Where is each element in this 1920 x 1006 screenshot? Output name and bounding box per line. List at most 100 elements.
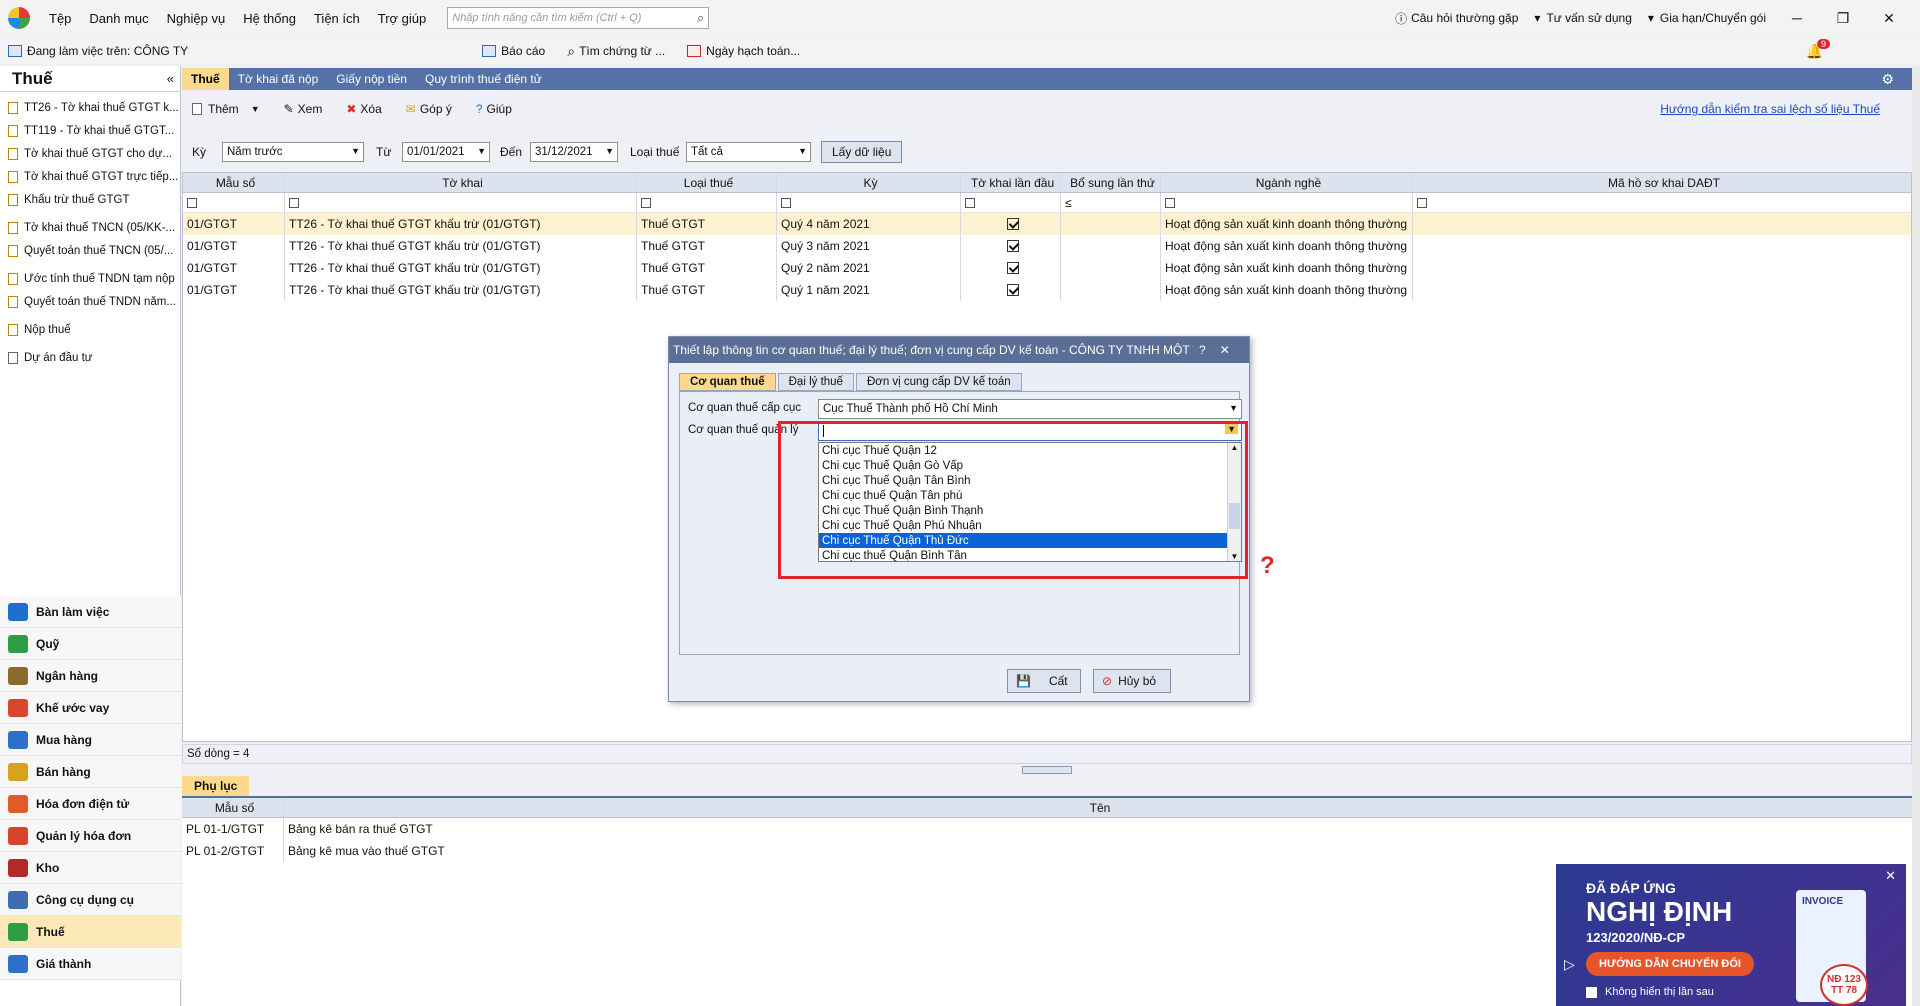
restore-icon[interactable]: ❐	[1828, 10, 1858, 27]
faq-button[interactable]: Câu hỏi thường gặp	[1411, 11, 1518, 25]
filter-bo-sung[interactable]: ≤	[1061, 193, 1161, 212]
help-button[interactable]: ? Giúp	[476, 102, 512, 116]
close-icon[interactable]: ✕	[1885, 868, 1896, 884]
filter-to-khai[interactable]	[285, 193, 637, 212]
sidebar-item-tndn-estimate[interactable]: Ước tính thuế TNDN tạm nộp	[0, 267, 180, 290]
tab-tax-agent[interactable]: Đại lý thuế	[777, 373, 854, 391]
cuc-select[interactable]: Cục Thuế Thành phố Hồ Chí Minh ▼	[818, 399, 1242, 419]
table-row[interactable]: 01/GTGT TT26 - Tờ khai thuế GTGT khấu tr…	[183, 257, 1911, 279]
close-window-icon[interactable]: ✕	[1874, 10, 1904, 27]
gear-icon[interactable]: ⚙	[1881, 71, 1894, 88]
col-to-khai[interactable]: Tờ khai	[285, 173, 637, 192]
col-ma-ho-so[interactable]: Mã hồ sơ khai DAĐT	[1413, 173, 1911, 192]
dont-show-toggle[interactable]: Không hiển thị lần sau	[1586, 986, 1714, 998]
report-button[interactable]: Báo cáo	[482, 44, 545, 58]
sidebar-item-gtgt-project[interactable]: Tờ khai thuế GTGT cho dự...	[0, 142, 180, 165]
collapse-icon[interactable]: «	[167, 71, 174, 86]
notification-bell[interactable]: 🔔 9	[1806, 38, 1836, 64]
module-warehouse[interactable]: Kho	[0, 852, 181, 884]
tab-submitted[interactable]: Tờ khai đã nộp	[229, 68, 328, 90]
find-voucher-button[interactable]: ⌕ Tìm chứng từ ...	[567, 43, 665, 60]
sidebar-item-tncn[interactable]: Tờ khai thuế TNCN (05/KK-...	[0, 216, 180, 239]
sidebar-item-tt119[interactable]: TT119 - Tờ khai thuế GTGT...	[0, 119, 180, 142]
filter-mau-so[interactable]	[183, 193, 285, 212]
tab-tax-office[interactable]: Cơ quan thuế	[679, 373, 776, 391]
menu-help[interactable]: Trợ giúp	[369, 11, 436, 26]
search-icon[interactable]: ⌕	[697, 10, 704, 26]
add-button[interactable]: Thêm ▼	[192, 102, 260, 116]
module-loan[interactable]: Khế ước vay	[0, 692, 181, 724]
feature-search-input[interactable]: Nhập tính năng cần tìm kiếm (Ctrl + Q) ⌕	[447, 7, 710, 29]
tax-type-select[interactable]: Tất cả ▼	[686, 142, 811, 162]
tab-appendix[interactable]: Phụ lục	[182, 776, 250, 796]
guide-link[interactable]: Hướng dẫn kiểm tra sai lệch số liệu Thuế	[1660, 102, 1880, 116]
filter-ma-ho-so[interactable]	[1413, 193, 1911, 212]
sidebar-item-investment[interactable]: Dự án đầu tư	[0, 346, 180, 369]
list-item[interactable]: PL 01-1/GTGT Bảng kê bán ra thuế GTGT	[182, 818, 1912, 840]
renew-button[interactable]: Gia hạn/Chuyển gói	[1660, 11, 1766, 25]
module-tax[interactable]: Thuế	[0, 916, 181, 948]
table-row[interactable]: 01/GTGT TT26 - Tờ khai thuế GTGT khấu tr…	[183, 235, 1911, 257]
module-sales[interactable]: Bán hàng	[0, 756, 181, 788]
menu-file[interactable]: Tệp	[40, 11, 80, 26]
table-row[interactable]: 01/GTGT TT26 - Tờ khai thuế GTGT khấu tr…	[183, 279, 1911, 301]
module-tools[interactable]: Công cụ dụng cụ	[0, 884, 181, 916]
splitter-handle[interactable]	[1022, 766, 1072, 774]
module-bank[interactable]: Ngân hàng	[0, 660, 181, 692]
module-cost[interactable]: Giá thành	[0, 948, 181, 980]
window-scrollbar[interactable]	[1912, 66, 1920, 1006]
filter-nganh-nghe[interactable]	[1161, 193, 1413, 212]
col-ky[interactable]: Kỳ	[777, 173, 961, 192]
sidebar-item-tt26[interactable]: TT26 - Tờ khai thuế GTGT k...	[0, 96, 180, 119]
col-bo-sung[interactable]: Bổ sung lần thứ	[1061, 173, 1161, 192]
menu-utilities[interactable]: Tiện ích	[305, 11, 369, 26]
menu-categories[interactable]: Danh mục	[80, 11, 157, 26]
help-icon[interactable]: ?	[1199, 343, 1206, 357]
view-button[interactable]: ✎ Xem	[284, 102, 323, 116]
list-item[interactable]: PL 01-2/GTGT Bảng kê mua vào thuế GTGT	[182, 840, 1912, 862]
consult-button[interactable]: Tư vấn sử dụng	[1546, 11, 1631, 25]
save-button[interactable]: 💾 Cất	[1007, 669, 1081, 693]
close-icon[interactable]: ✕	[1220, 343, 1230, 357]
sidebar-item-gtgt-deduction[interactable]: Khấu trừ thuế GTGT	[0, 188, 180, 211]
guide-convert-button[interactable]: HƯỚNG DẪN CHUYỂN ĐỔI	[1586, 952, 1754, 976]
sidebar-item-tncn-settlement[interactable]: Quyết toán thuế TNCN (05/...	[0, 239, 180, 262]
tab-tax[interactable]: Thuế	[182, 68, 229, 90]
module-desk[interactable]: Bàn làm việc	[0, 596, 181, 628]
module-invoice-mgmt[interactable]: Quản lý hóa đơn	[0, 820, 181, 852]
menu-system[interactable]: Hệ thống	[234, 11, 305, 26]
posting-date-button[interactable]: Ngày hạch toán...	[687, 44, 800, 58]
module-einvoice[interactable]: Hóa đơn điện tử	[0, 788, 181, 820]
sidebar-item-tndn-settlement[interactable]: Quyết toán thuế TNDN năm...	[0, 290, 180, 313]
chevron-down-icon[interactable]: ▼	[251, 104, 260, 114]
col-lan-dau[interactable]: Tờ khai lần đầu	[961, 173, 1061, 192]
filter-loai-thue[interactable]	[637, 193, 777, 212]
menu-operations[interactable]: Nghiệp vụ	[158, 11, 235, 26]
filter-lan-dau[interactable]	[961, 193, 1061, 212]
tab-payment-slip[interactable]: Giấy nộp tiền	[327, 68, 416, 90]
dropdown-arrow-icon[interactable]: ▾	[1648, 11, 1654, 25]
col-appendix-ten[interactable]: Tên	[284, 798, 1912, 817]
table-row[interactable]: 01/GTGT TT26 - Tờ khai thuế GTGT khấu tr…	[183, 213, 1911, 235]
from-date-input[interactable]: 01/01/2021 ▼	[402, 142, 490, 162]
col-loai-thue[interactable]: Loại thuế	[637, 173, 777, 192]
filter-ky[interactable]	[777, 193, 961, 212]
period-select[interactable]: Năm trước ▼	[222, 142, 364, 162]
dropdown-arrow-icon[interactable]: ▾	[1534, 11, 1540, 25]
feedback-button[interactable]: ✉ Góp ý	[406, 102, 452, 116]
cell-nganh-nghe: Hoạt động sản xuất kinh doanh thông thườ…	[1161, 279, 1413, 301]
delete-button[interactable]: ✖ Xóa	[346, 102, 381, 116]
module-cash[interactable]: Quỹ	[0, 628, 181, 660]
minimize-icon[interactable]: ─	[1782, 10, 1812, 26]
col-appendix-mau-so[interactable]: Mẫu số	[182, 798, 284, 817]
col-nganh-nghe[interactable]: Ngành nghề	[1161, 173, 1413, 192]
get-data-button[interactable]: Lấy dữ liệu	[821, 141, 903, 163]
sidebar-item-pay-tax[interactable]: Nộp thuế	[0, 318, 180, 341]
cancel-button[interactable]: ⊘ Hủy bỏ	[1093, 669, 1171, 693]
col-mau-so[interactable]: Mẫu số	[183, 173, 285, 192]
to-date-input[interactable]: 31/12/2021 ▼	[530, 142, 618, 162]
module-purchase[interactable]: Mua hàng	[0, 724, 181, 756]
tab-accounting-provider[interactable]: Đơn vị cung cấp DV kế toán	[855, 373, 1022, 391]
sidebar-item-gtgt-direct[interactable]: Tờ khai thuế GTGT trực tiếp...	[0, 165, 180, 188]
tab-e-tax-process[interactable]: Quy trình thuế điện tử	[416, 68, 551, 90]
